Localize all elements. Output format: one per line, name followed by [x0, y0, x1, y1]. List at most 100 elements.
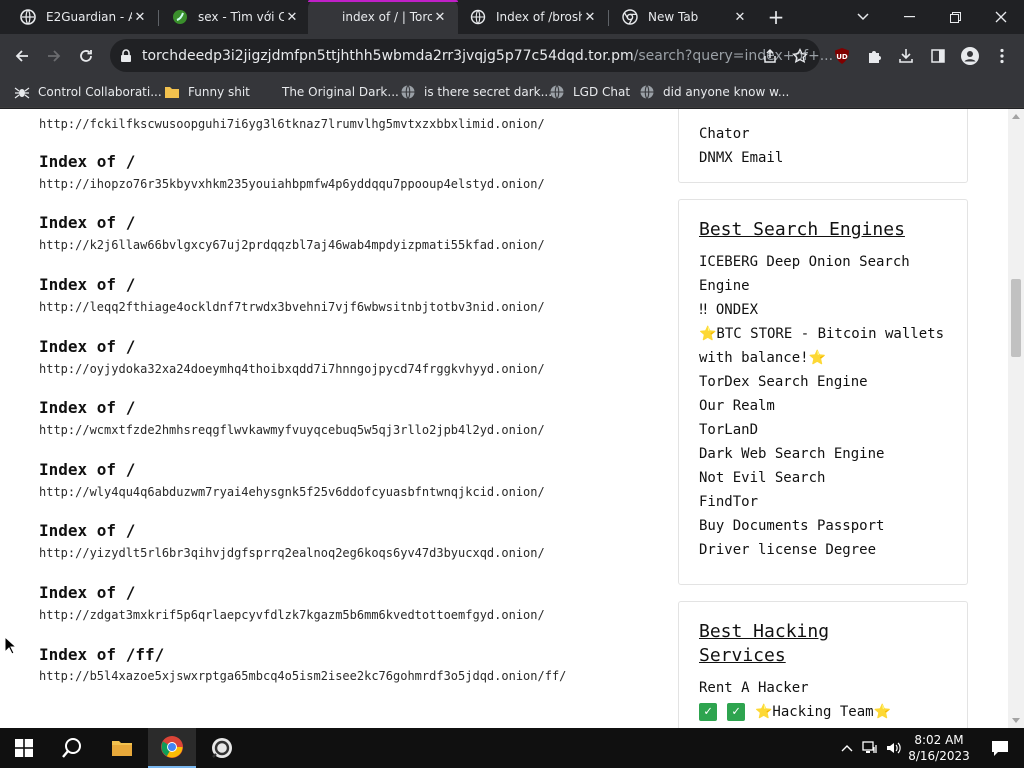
bookmark-star-icon[interactable] — [790, 46, 810, 66]
taskbar-clock[interactable]: 8:02 AM 8/16/2023 — [906, 732, 972, 764]
close-icon[interactable]: ✕ — [732, 9, 748, 25]
menu-button[interactable] — [988, 42, 1016, 70]
sidebar-link[interactable]: Chator — [699, 122, 947, 146]
close-icon[interactable]: ✕ — [284, 9, 300, 25]
result-title[interactable]: Index of / — [39, 152, 545, 171]
tab-index-broshi[interactable]: Index of /broshi ✕ — [458, 0, 608, 34]
search-result: Index of / http://leqq2fthiage4ockldnf7t… — [39, 275, 545, 314]
bookmark-label: Funny shit — [188, 85, 250, 99]
reload-button[interactable] — [72, 42, 100, 70]
tab-new-tab[interactable]: New Tab ✕ — [610, 0, 758, 34]
windows-taskbar: 8:02 AM 8/16/2023 — [0, 728, 1024, 768]
sidebar-link[interactable]: Our Realm — [699, 394, 947, 418]
sidebar-link[interactable]: Not Evil Search — [699, 466, 947, 490]
result-title[interactable]: Index of / — [39, 460, 545, 479]
sidebar-link[interactable]: ⭐BTC STORE - Bitcoin wallets with balanc… — [699, 322, 949, 370]
result-url[interactable]: http://k2j6llaw66bvlgxcy67uj2prdqqzbl7aj… — [39, 238, 545, 252]
network-icon[interactable] — [860, 728, 880, 768]
close-icon[interactable]: ✕ — [432, 9, 448, 25]
result-url[interactable]: http://zdgat3mxkrif5p6qrlaepcyvfdlzk7kga… — [39, 608, 545, 622]
sidebar-link[interactable]: TorDex Search Engine — [699, 370, 947, 394]
sidebar-link[interactable]: FindTor — [699, 490, 947, 514]
tab-title: New Tab — [648, 10, 699, 24]
result-url[interactable]: http://b5l4xazoe5xjswxrptga65mbcq4o5ism2… — [39, 664, 639, 688]
close-window-button[interactable] — [978, 0, 1024, 34]
sidebar-link[interactable]: ‼ ONDEX — [699, 298, 947, 322]
bookmark-funny-shit[interactable]: Funny shit — [164, 78, 250, 106]
search-result: Index of / http://ihopzo76r35kbyvxhkm235… — [39, 152, 545, 191]
restore-button[interactable] — [932, 0, 978, 34]
sidebar-link[interactable]: Rent A Hacker — [699, 676, 947, 700]
result-title[interactable]: Index of / — [39, 583, 545, 602]
scroll-up-arrow-icon[interactable] — [1012, 114, 1020, 119]
globe-icon — [400, 84, 416, 100]
new-tab-button[interactable]: + — [765, 5, 787, 29]
extensions-button[interactable] — [860, 42, 888, 70]
sidebar-link[interactable]: TorLanD — [699, 418, 947, 442]
result-title[interactable]: Index of / — [39, 521, 545, 540]
bookmarks-bar: Control Collaborati... Funny shit The Or… — [0, 78, 1024, 108]
bookmark-original-dark[interactable]: The Original Dark... — [258, 78, 399, 106]
tab-e2guardian[interactable]: E2Guardian - Ac ✕ — [8, 0, 158, 34]
sidebar-link[interactable]: ⭐Hacking Team⭐ — [755, 704, 891, 720]
bookmark-lgd-chat[interactable]: LGD Chat — [549, 78, 630, 106]
url-text[interactable]: torchdeedp3i2jigzjdmfpn5ttjhthh5wbmda2rr… — [142, 48, 833, 64]
extension-ublock-button[interactable]: UD — [828, 42, 856, 70]
chrome-taskbar-button[interactable] — [148, 728, 196, 768]
ring-app-button[interactable] — [198, 728, 246, 768]
sidebar-link-row[interactable]: ✓ ✓ ⭐Hacking Team⭐ — [699, 700, 947, 724]
result-title[interactable]: Index of / — [39, 275, 545, 294]
close-icon[interactable]: ✕ — [132, 9, 148, 25]
side-panel-button[interactable] — [924, 42, 952, 70]
result-url[interactable]: http://leqq2fthiage4ockldnf7trwdx3bvehni… — [39, 300, 545, 314]
lock-icon[interactable] — [120, 48, 134, 62]
result-url[interactable]: http://wly4qu4q6abduzwm7ryai4ehysgnk5f25… — [39, 485, 545, 499]
bookmark-secret-dark[interactable]: is there secret dark... — [400, 78, 552, 106]
tray-overflow-chevron-up-icon[interactable] — [838, 728, 856, 768]
forward-button[interactable] — [40, 42, 68, 70]
url-host: torchdeedp3i2jigzjdmfpn5ttjhthh5wbmda2rr… — [142, 48, 634, 64]
result-url[interactable]: http://fckilfkscwusoopguhi7i6yg3l6tknaz7… — [39, 117, 545, 131]
card-heading[interactable]: Best Hacking Services — [699, 620, 899, 668]
card-heading[interactable]: Best Search Engines — [699, 218, 947, 242]
result-url[interactable]: http://yizydlt5rl6br3qihvjdgfsprrq2ealno… — [39, 546, 545, 560]
result-url-partial[interactable]: http://fckilfkscwusoopguhi7i6yg3l6tknaz7… — [39, 117, 545, 131]
result-title[interactable]: Index of / — [39, 398, 545, 417]
result-url[interactable]: http://oyjydoka32xa24doeymhq4thoibxqdd7i… — [39, 362, 545, 376]
scroll-down-arrow-icon[interactable] — [1012, 718, 1020, 723]
bookmark-control-collaborati[interactable]: Control Collaborati... — [14, 78, 162, 106]
globe-icon — [639, 84, 655, 100]
result-title[interactable]: Index of /ff/ — [39, 645, 639, 664]
back-button[interactable] — [8, 42, 36, 70]
vertical-scrollbar[interactable] — [1008, 109, 1024, 728]
result-title[interactable]: Index of / — [39, 337, 545, 356]
search-icon — [62, 738, 81, 758]
profile-button[interactable] — [956, 42, 984, 70]
close-icon[interactable]: ✕ — [582, 9, 598, 25]
search-button[interactable] — [48, 728, 96, 768]
file-explorer-button[interactable] — [98, 728, 146, 768]
tab-torch[interactable]: index of / | Torch ✕ — [308, 0, 458, 34]
volume-icon[interactable] — [884, 728, 904, 768]
kebab-menu-icon — [1000, 48, 1004, 64]
sidebar-link[interactable]: Dark Web Search Engine — [699, 442, 947, 466]
address-bar[interactable]: torchdeedp3i2jigzjdmfpn5ttjhthh5wbmda2rr… — [110, 39, 833, 72]
tab-search-button[interactable] — [840, 0, 886, 34]
sidebar-link[interactable]: DNMX Email — [699, 146, 947, 170]
result-url[interactable]: http://ihopzo76r35kbyvxhkm235youiahbpmfw… — [39, 177, 545, 191]
downloads-button[interactable] — [892, 42, 920, 70]
start-button[interactable] — [0, 728, 48, 768]
minimize-button[interactable] — [886, 0, 932, 34]
tab-coccoc[interactable]: sex - Tìm với Cốc ✕ — [160, 0, 310, 34]
ring-app-icon — [212, 738, 232, 758]
result-title[interactable]: Index of / — [39, 213, 545, 232]
sidebar-link[interactable]: Buy Documents Passport Driver license De… — [699, 514, 929, 562]
result-url[interactable]: http://wcmxtfzde2hmhsreqgflwvkawmyfvuyqc… — [39, 423, 545, 437]
bookmark-did-anyone-know[interactable]: did anyone know w... — [639, 78, 789, 106]
notifications-button[interactable] — [980, 728, 1020, 768]
share-icon[interactable] — [760, 46, 780, 66]
sidebar-link[interactable]: ICEBERG Deep Onion Search Engine — [699, 250, 959, 298]
coccoc-favicon-icon — [172, 9, 188, 25]
tab-title: Index of /broshi — [496, 10, 582, 24]
scrollbar-thumb[interactable] — [1011, 279, 1021, 357]
